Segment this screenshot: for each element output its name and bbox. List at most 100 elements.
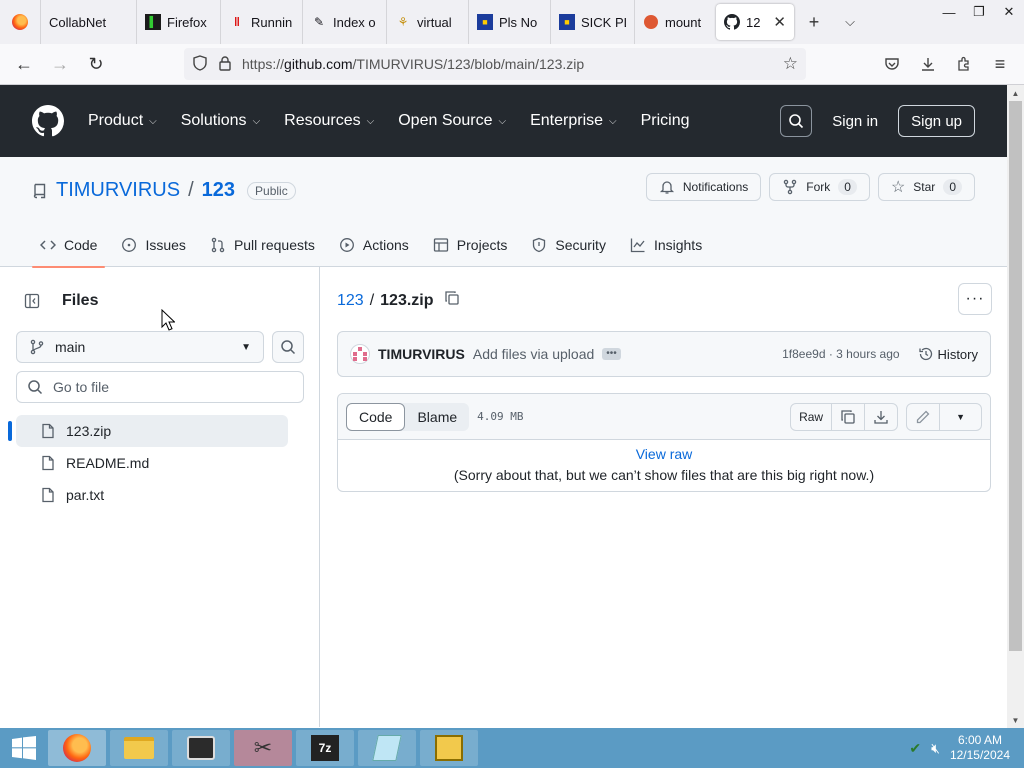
expand-commit-button[interactable]: ••• [602, 348, 621, 360]
copy-raw-button[interactable] [831, 403, 864, 430]
tab-pull-requests[interactable]: Pull requests [202, 223, 323, 267]
pull-request-icon [211, 237, 225, 253]
chevron-down-icon: ⌵ [252, 115, 261, 127]
code-view-button[interactable]: Code [346, 402, 406, 431]
nav-enterprise[interactable]: Enterprise ⌵ [530, 112, 627, 130]
star-button[interactable]: ☆ Star 0 [877, 173, 975, 201]
browser-tab[interactable]: ▌ Firefox [136, 0, 220, 44]
raw-button[interactable]: Raw [791, 404, 831, 430]
tracking-shield-icon[interactable] [192, 54, 208, 74]
nav-solutions[interactable]: Solutions ⌵ [181, 112, 270, 130]
browser-tab[interactable]: mount [634, 0, 714, 44]
tab-issues[interactable]: Issues [113, 223, 193, 267]
reload-button[interactable]: ↻ [78, 48, 114, 80]
view-raw-link[interactable]: View raw [338, 444, 990, 465]
commit-message-link[interactable]: Add files via upload [473, 346, 594, 362]
download-raw-button[interactable] [864, 403, 897, 430]
scrollbar-thumb[interactable] [1009, 101, 1022, 651]
tab-security[interactable]: Security [523, 223, 614, 267]
taskbar-notepad[interactable] [358, 730, 416, 766]
repo-name-link[interactable]: 123 [202, 179, 235, 202]
taskbar-snipping-tool[interactable]: ✂ [234, 730, 292, 766]
file-tree-item[interactable]: README.md [16, 447, 288, 479]
start-button[interactable] [0, 728, 48, 768]
tab-actions[interactable]: Actions [331, 223, 417, 267]
tab-label: Runnin [251, 14, 293, 30]
scroll-down-arrow-icon[interactable]: ▼ [1007, 712, 1024, 728]
collapse-sidebar-button[interactable] [16, 285, 48, 317]
file-tree-item[interactable]: par.txt [16, 479, 288, 511]
minimize-button[interactable]: — [934, 0, 964, 24]
browser-tab[interactable]: ✎ Index o [302, 0, 386, 44]
taskbar-keyboard-app[interactable] [172, 730, 230, 766]
github-logo-icon[interactable] [32, 105, 64, 137]
taskbar-network-app[interactable] [420, 730, 478, 766]
browser-tab-active[interactable]: 123/ ✕ [716, 4, 794, 40]
scroll-up-arrow-icon[interactable]: ▲ [1007, 85, 1024, 101]
go-to-file-input[interactable] [53, 379, 293, 395]
restore-button[interactable]: ❐ [964, 0, 994, 24]
url-text[interactable]: https://github.com/TIMURVIRUS/123/blob/m… [242, 56, 773, 72]
extensions-icon[interactable] [946, 48, 982, 80]
browser-tab[interactable]: ‖ Runnin [220, 0, 302, 44]
repo-owner-link[interactable]: TIMURVIRUS [56, 179, 180, 202]
tab-label: SICK PL [581, 14, 626, 30]
close-tab-icon[interactable]: ✕ [773, 13, 786, 31]
file-tree-item-selected[interactable]: 123.zip [8, 415, 288, 447]
bookmark-star-icon[interactable]: ☆ [783, 54, 798, 74]
nav-product[interactable]: Product ⌵ [88, 112, 167, 130]
breadcrumb-repo-link[interactable]: 123 [337, 292, 364, 310]
downloads-icon[interactable] [910, 48, 946, 80]
branch-selector[interactable]: main ▼ [16, 331, 264, 363]
network-status-icon[interactable]: ✔ [909, 740, 921, 757]
browser-tab[interactable]: CollabNet [40, 0, 136, 44]
fork-button[interactable]: Fork 0 [769, 173, 870, 201]
hamburger-menu-icon[interactable]: ≡ [982, 48, 1018, 80]
avatar[interactable] [350, 344, 370, 364]
back-button[interactable]: ← [6, 48, 42, 80]
new-tab-button[interactable]: + [796, 0, 832, 44]
tab-insights[interactable]: Insights [622, 223, 710, 267]
taskbar-7zip[interactable]: 7z [296, 730, 354, 766]
edit-options-button[interactable]: ▼ [939, 403, 981, 430]
close-window-button[interactable]: ✕ [994, 0, 1024, 24]
notifications-button[interactable]: Notifications [645, 173, 762, 201]
nav-pricing[interactable]: Pricing [641, 112, 700, 130]
sign-up-button[interactable]: Sign up [898, 105, 975, 137]
file-search-button[interactable] [272, 331, 304, 363]
taskbar-firefox[interactable] [48, 730, 106, 766]
sign-in-link[interactable]: Sign in [832, 113, 878, 130]
tab-code[interactable]: Code [32, 223, 106, 268]
file-name: par.txt [66, 487, 105, 503]
lock-icon[interactable] [218, 55, 232, 74]
pocket-icon[interactable] [874, 48, 910, 80]
commit-meta[interactable]: 1f8ee9d · 3 hours ago [782, 347, 899, 361]
volume-muted-icon[interactable]: 🔇︎ [931, 740, 940, 757]
tab-projects[interactable]: Projects [425, 223, 516, 267]
browser-tab[interactable]: ■ Pls No [468, 0, 550, 44]
copy-path-icon[interactable] [444, 290, 460, 311]
edit-file-button[interactable] [907, 404, 939, 430]
history-label: History [937, 346, 978, 362]
history-button[interactable]: History [918, 346, 978, 362]
url-path: /TIMURVIRUS/123/blob/main/123.zip [352, 56, 585, 72]
browser-tab[interactable]: ■ SICK PL [550, 0, 634, 44]
url-bar[interactable]: https://github.com/TIMURVIRUS/123/blob/m… [184, 48, 806, 80]
nav-label: Product [88, 112, 144, 129]
taskbar-file-explorer[interactable] [110, 730, 168, 766]
clock[interactable]: 6:00 AM 12/15/2024 [950, 733, 1010, 763]
windows-taskbar: ✂ 7z ✔ 🔇︎ 6:00 AM 12/15/2024 [0, 728, 1024, 768]
commit-author-link[interactable]: TIMURVIRUS [378, 346, 465, 362]
browser-tab[interactable]: ⚘ virtual [386, 0, 468, 44]
page-scrollbar[interactable]: ▲ ▼ [1007, 85, 1024, 728]
go-to-file-field[interactable] [16, 371, 304, 403]
nav-resources[interactable]: Resources ⌵ [284, 112, 384, 130]
blame-view-button[interactable]: Blame [405, 403, 469, 431]
list-tabs-button[interactable]: ⌵ [832, 0, 868, 44]
nav-open-source[interactable]: Open Source ⌵ [398, 112, 516, 130]
firefox-menu-button[interactable] [0, 0, 40, 44]
forward-button[interactable]: → [42, 48, 78, 80]
url-scheme: https:// [242, 56, 285, 72]
more-options-button[interactable]: ··· [958, 283, 992, 315]
header-search-button[interactable] [780, 105, 813, 137]
